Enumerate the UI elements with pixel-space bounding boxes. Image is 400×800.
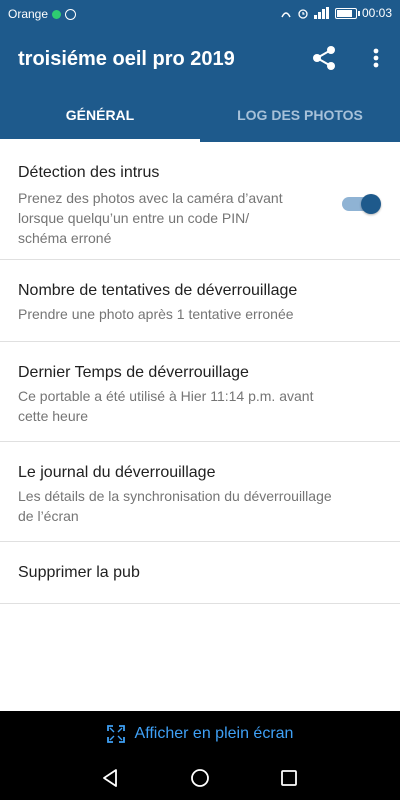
recents-icon[interactable] <box>277 766 301 790</box>
more-vert-icon[interactable] <box>364 42 388 74</box>
fullscreen-icon <box>106 724 125 743</box>
whatsapp-icon <box>65 8 77 20</box>
system-nav-bar <box>0 756 400 800</box>
notification-dot-icon <box>52 9 62 19</box>
setting-subtitle-line: cette heure <box>18 408 89 424</box>
alarm-icon <box>298 9 308 19</box>
app-bar: troisiéme oeil pro 2019 <box>0 28 400 90</box>
setting-subtitle-line: lorsque quelqu’un entre un code PIN/ <box>18 210 250 226</box>
fullscreen-label: Afficher en plein écran <box>134 724 294 742</box>
setting-title: Supprimer la pub <box>18 564 140 581</box>
setting-subtitle-line: schéma erroné <box>18 230 112 246</box>
share-icon[interactable] <box>308 42 340 74</box>
setting-remove-ads[interactable]: Supprimer la pub <box>0 542 400 604</box>
status-right: 00:03 <box>280 6 392 20</box>
home-icon[interactable] <box>188 766 212 790</box>
setting-title: Le journal du déverrouillage <box>18 464 216 481</box>
setting-title: Détection des intrus <box>18 164 160 181</box>
setting-title: Nombre de tentatives de déverrouillage <box>18 282 298 299</box>
setting-subtitle-line: Prenez des photos avec la caméra d’avant <box>18 190 283 206</box>
status-bar: Orange 00:03 <box>0 0 400 28</box>
nfc-icon <box>281 12 291 18</box>
setting-subtitle-line: de l’écran <box>18 508 79 524</box>
setting-subtitle-line: Les détails de la synchronisation du dév… <box>18 488 332 504</box>
tab-general[interactable]: GÉNÉRAL <box>0 90 200 142</box>
toggle-knob <box>361 194 381 214</box>
status-left: Orange <box>8 7 77 21</box>
tab-bar: GÉNÉRAL LOG DES PHOTOS <box>0 90 400 142</box>
setting-last-unlock-time[interactable]: Dernier Temps de déverrouillage Ce porta… <box>0 342 400 442</box>
carrier-name: Orange <box>8 7 49 21</box>
battery-icon <box>334 7 360 19</box>
setting-subtitle-line: Ce portable a été utilisé à Hier 11:14 p… <box>18 388 314 404</box>
fullscreen-ad-button[interactable]: Afficher en plein écran <box>0 711 400 756</box>
signal-icon <box>313 7 330 19</box>
app-title: troisiéme oeil pro 2019 <box>18 48 235 70</box>
setting-subtitle-line: Prendre une photo après 1 tentative erro… <box>18 306 294 322</box>
back-icon[interactable] <box>99 766 123 790</box>
setting-unlock-attempts[interactable]: Nombre de tentatives de déverrouillage P… <box>0 260 400 342</box>
setting-title: Dernier Temps de déverrouillage <box>18 364 249 381</box>
setting-unlock-journal[interactable]: Le journal du déverrouillage Les détails… <box>0 442 400 542</box>
setting-intruder-detection[interactable]: Détection des intrus Prenez des photos a… <box>0 142 400 260</box>
intruder-detection-toggle[interactable] <box>342 194 381 214</box>
clock: 00:03 <box>361 6 392 20</box>
tab-photo-log[interactable]: LOG DES PHOTOS <box>200 90 400 142</box>
